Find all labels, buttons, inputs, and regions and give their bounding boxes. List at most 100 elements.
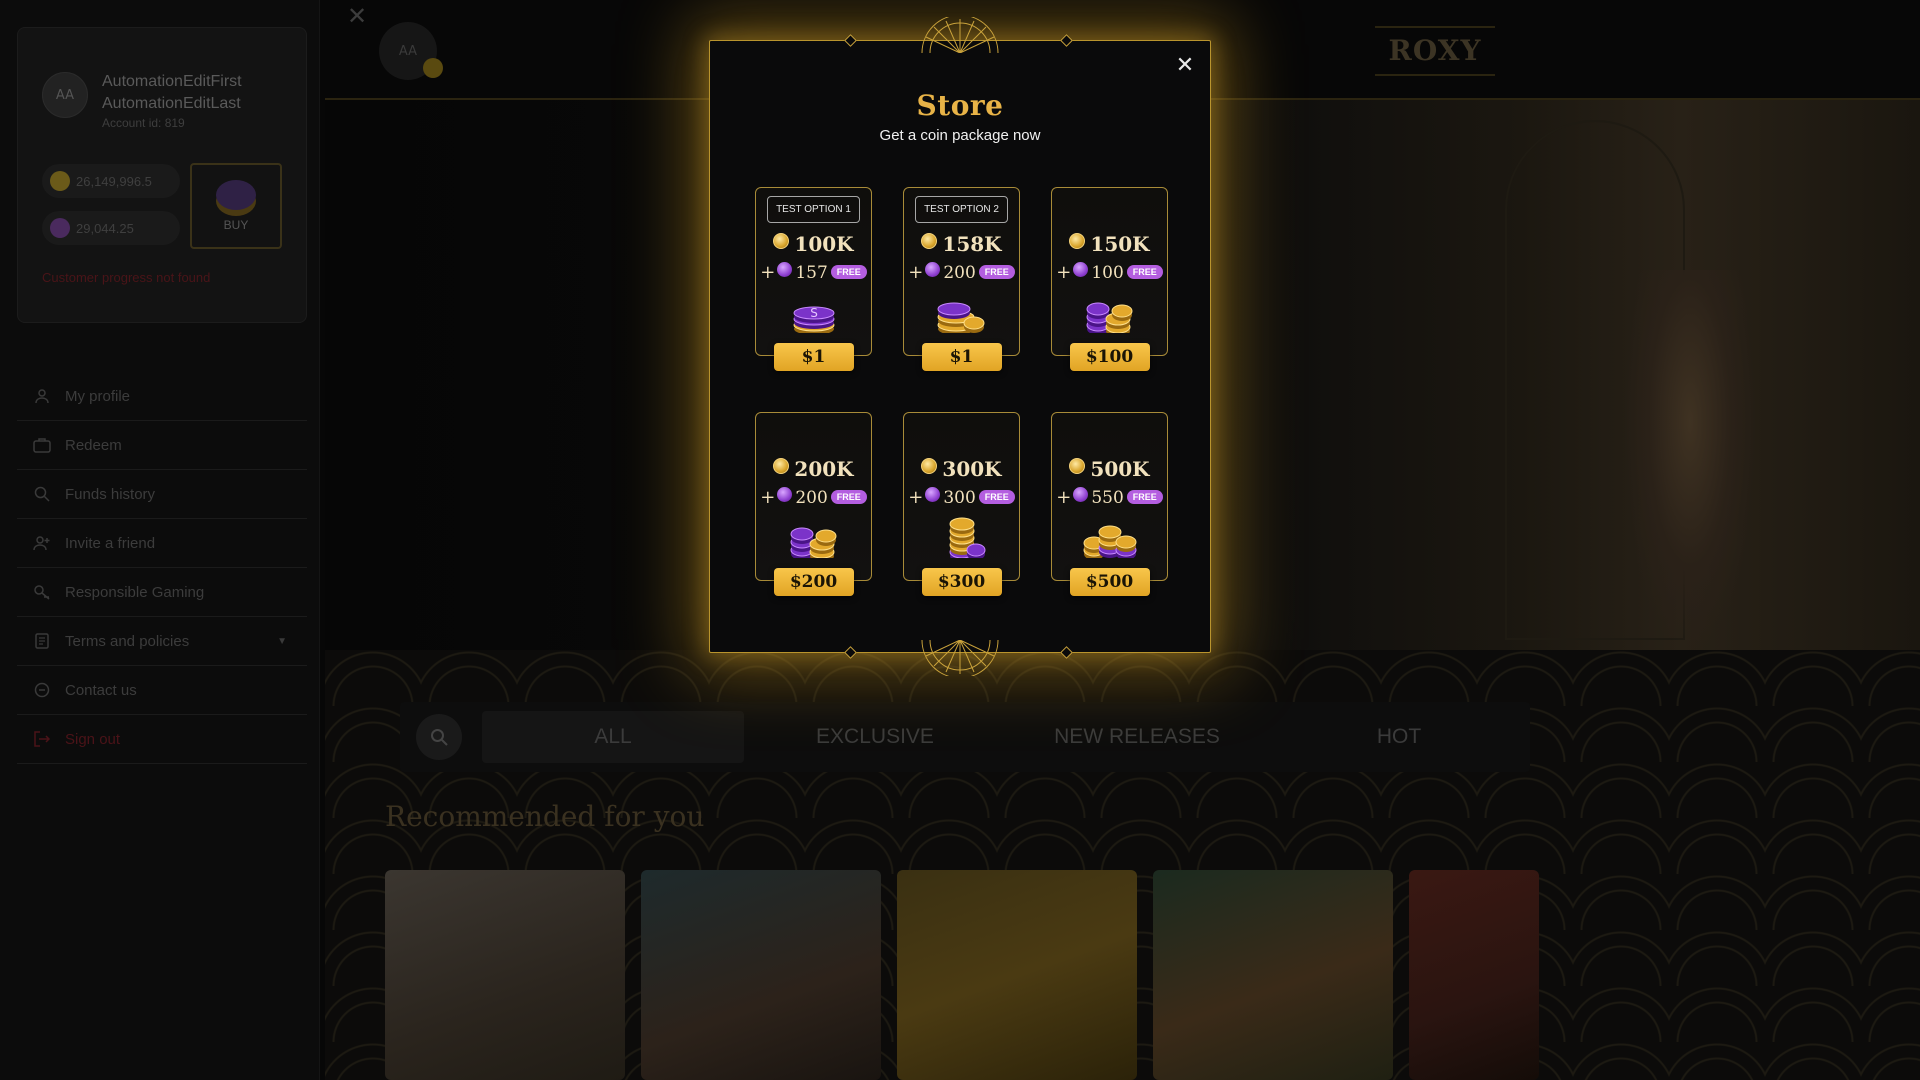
close-icon[interactable]: ✕ xyxy=(1172,53,1198,79)
sidebar-item-label: Invite a friend xyxy=(65,534,156,552)
header-avatar-initials: AA xyxy=(398,43,418,59)
coin-package-card[interactable]: TEST OPTION 2 158K +200 FREE $1 xyxy=(903,187,1020,371)
store-subtitle: Get a coin package now xyxy=(879,127,1041,144)
fan-ornament-bottom-icon xyxy=(921,640,999,676)
buy-button[interactable]: BUY xyxy=(190,163,282,249)
game-tile-4[interactable] xyxy=(1153,870,1393,1080)
gaming-icon xyxy=(33,583,51,601)
avatar[interactable]: AA xyxy=(42,72,88,118)
sweep-amount: +200 FREE xyxy=(904,262,1019,283)
game-tile-1[interactable] xyxy=(385,870,625,1080)
price-button[interactable]: $200 xyxy=(773,568,854,596)
first-name: AutomationEditFirst xyxy=(102,73,242,90)
coin-package-card[interactable]: 150K +100 FREE $100 xyxy=(1051,187,1168,371)
sidebar-menu: My profile Redeem Funds history Invite a… xyxy=(17,372,307,764)
chevron-down-icon[interactable]: ▼ xyxy=(277,636,287,647)
header-avatar[interactable]: AA xyxy=(379,22,443,80)
sidebar-item-label: Sign out xyxy=(65,730,121,748)
sign-out-icon xyxy=(33,730,51,748)
gold-amount: 200K xyxy=(756,457,871,481)
account-id: Account id: 819 xyxy=(102,116,185,130)
progress-error: Customer progress not found xyxy=(42,270,211,285)
gold-amount-value: 150K xyxy=(1090,232,1150,256)
sweep-amount-value: 200 xyxy=(795,488,828,508)
sweep-coin-icon xyxy=(777,262,793,277)
package-tag: TEST OPTION 2 xyxy=(915,196,1008,223)
profile-name: AutomationEditFirst AutomationEditLast xyxy=(102,71,242,115)
document-icon xyxy=(33,632,51,650)
gold-amount: 158K xyxy=(904,232,1019,256)
gold-amount: 300K xyxy=(904,457,1019,481)
add-user-icon xyxy=(33,534,51,552)
coin-stack-icon xyxy=(790,527,836,558)
search-icon[interactable] xyxy=(416,714,462,760)
logo[interactable]: ROXY xyxy=(1375,26,1495,76)
sidebar-item-funds-history[interactable]: Funds history xyxy=(17,470,307,519)
app-root: AA AutomationEditFirst AutomationEditLas… xyxy=(0,0,1920,1080)
sidebar-item-label: Funds history xyxy=(65,485,156,503)
sidebar-item-label: Terms and policies xyxy=(65,632,190,650)
sweep-amount: +200 FREE xyxy=(756,487,871,508)
free-badge: FREE xyxy=(830,265,867,279)
game-tile-3[interactable] xyxy=(897,870,1137,1080)
sweep-amount-value: 300 xyxy=(943,488,976,508)
sweep-amount: +300 FREE xyxy=(904,487,1019,508)
sweep-amount-value: 157 xyxy=(795,263,828,283)
profile-card: AA AutomationEditFirst AutomationEditLas… xyxy=(17,27,307,323)
gold-coin-icon xyxy=(921,458,938,474)
coin-package-card[interactable]: 200K +200 FREE $200 xyxy=(755,412,872,596)
sweep-amount: +157 FREE xyxy=(756,262,871,283)
gold-amount-value: 300K xyxy=(942,457,1002,481)
free-badge: FREE xyxy=(1126,490,1163,504)
sidebar-item-responsible-gaming[interactable]: Responsible Gaming xyxy=(17,568,307,617)
sidebar-item-invite-friend[interactable]: Invite a friend xyxy=(17,519,307,568)
tab-hot[interactable]: HOT xyxy=(1268,711,1530,763)
free-badge: FREE xyxy=(978,265,1015,279)
game-tile-5[interactable] xyxy=(1409,870,1539,1080)
price-button[interactable]: $300 xyxy=(921,568,1002,596)
game-tile-2[interactable] xyxy=(641,870,881,1080)
plus-sign: + xyxy=(908,262,924,283)
sidebar-item-terms[interactable]: Terms and policies ▼ xyxy=(17,617,307,666)
search-icon xyxy=(33,485,51,503)
sweep-amount: +550 FREE xyxy=(1052,487,1167,508)
sidebar-item-my-profile[interactable]: My profile xyxy=(17,372,307,421)
close-sidebar-icon[interactable]: ✕ xyxy=(347,2,367,30)
gold-coin-icon xyxy=(773,458,790,474)
sidebar-item-contact[interactable]: Contact us xyxy=(17,666,307,715)
gold-balance-value: 26,149,996.5 xyxy=(76,173,152,189)
price-button[interactable]: $500 xyxy=(1069,568,1150,596)
sidebar-item-sign-out[interactable]: Sign out xyxy=(17,715,307,764)
gold-amount-value: 158K xyxy=(942,232,1002,256)
sidebar-item-label: Contact us xyxy=(65,681,137,699)
sidebar: AA AutomationEditFirst AutomationEditLas… xyxy=(0,0,320,1080)
gold-balance: 26,149,996.5 xyxy=(42,164,180,198)
store-modal: ✕ Store Get a coin package now TEST OPTI… xyxy=(709,17,1211,676)
tab-all[interactable]: ALL xyxy=(482,711,744,763)
coin-package-card[interactable]: 500K +550 FREE $500 xyxy=(1051,412,1168,596)
game-category-tabs: ALL EXCLUSIVE NEW RELEASES HOT xyxy=(400,702,1530,772)
gold-coin-icon xyxy=(921,233,938,249)
coin-stack-icon xyxy=(1083,525,1136,558)
free-badge: FREE xyxy=(830,490,867,504)
sweep-coin-icon xyxy=(1073,262,1089,277)
tab-exclusive[interactable]: EXCLUSIVE xyxy=(744,711,1006,763)
sweep-amount-value: 200 xyxy=(943,263,976,283)
price-button[interactable]: $1 xyxy=(921,343,1002,371)
plus-sign: + xyxy=(760,262,776,283)
price-button[interactable]: $100 xyxy=(1069,343,1150,371)
coin-package-card[interactable]: 300K +300 FREE $300 xyxy=(903,412,1020,596)
sidebar-item-redeem[interactable]: Redeem xyxy=(17,421,307,470)
fan-ornament-top-icon xyxy=(921,17,999,53)
tab-new-releases[interactable]: NEW RELEASES xyxy=(1006,711,1268,763)
sweep-balance-value: 29,044.25 xyxy=(76,220,134,236)
price-button[interactable]: $1 xyxy=(773,343,854,371)
coin-stack-icon xyxy=(1086,302,1132,333)
sidebar-item-label: Redeem xyxy=(65,436,122,454)
coin-badge-icon xyxy=(423,58,443,78)
gold-amount-value: 500K xyxy=(1090,457,1150,481)
gold-amount: 150K xyxy=(1052,232,1167,256)
coin-stack-icon xyxy=(216,180,256,210)
coin-package-card[interactable]: TEST OPTION 1 100K +157 FREE S $1 xyxy=(755,187,872,371)
free-badge: FREE xyxy=(1126,265,1163,279)
